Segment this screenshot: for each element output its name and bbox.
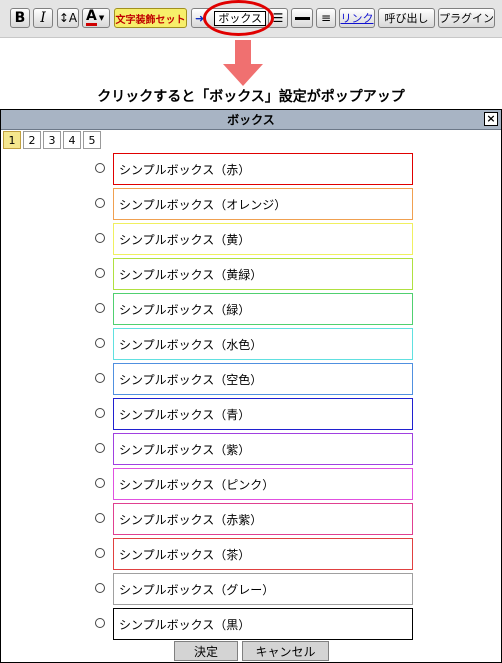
link-label: リンク <box>340 12 374 25</box>
tab-2[interactable]: 2 <box>23 131 41 149</box>
box-option-row: シンプルボックス（紫） <box>1 433 501 465</box>
box-option-preview[interactable]: シンプルボックス（茶） <box>113 538 413 570</box>
box-option-row: シンプルボックス（黄） <box>1 223 501 255</box>
bold-label: B <box>14 10 26 26</box>
box-option-row: シンプルボックス（グレー） <box>1 573 501 605</box>
box-option-row: シンプルボックス（茶） <box>1 538 501 570</box>
editor-toolbar: B I ↕ A A ▼ 文字装飾セット ➜ ボックス ☰ ≡ リンク 呼び出し プラ… <box>0 0 502 38</box>
box-option-preview[interactable]: シンプルボックス（グレー） <box>113 573 413 605</box>
box-option-preview[interactable]: シンプルボックス（空色） <box>113 363 413 395</box>
font-color-button[interactable]: A ▼ <box>82 8 110 28</box>
dropdown-arrow-icon: ▼ <box>98 14 105 22</box>
font-color-label: A <box>86 8 97 26</box>
box-option-radio[interactable] <box>95 583 105 593</box>
box-option-row: シンプルボックス（空色） <box>1 363 501 395</box>
text-decoration-label: 文字装飾セット <box>115 14 186 26</box>
box-option-preview[interactable]: シンプルボックス（黒） <box>113 608 413 640</box>
box-option-row: シンプルボックス（黄緑） <box>1 258 501 290</box>
plugin-button[interactable]: プラグイン <box>438 8 495 28</box>
box-option-radio[interactable] <box>95 338 105 348</box>
box-option-row: シンプルボックス（緑） <box>1 293 501 325</box>
list-icon: ☰ <box>272 11 284 25</box>
link-button[interactable]: リンク <box>339 8 375 28</box>
italic-button[interactable]: I <box>33 8 53 28</box>
box-option-preview[interactable]: シンプルボックス（ピンク） <box>113 468 413 500</box>
box-option-radio[interactable] <box>95 548 105 558</box>
tab-4[interactable]: 4 <box>63 131 81 149</box>
box-option-row: シンプルボックス（水色） <box>1 328 501 360</box>
italic-label: I <box>40 10 46 26</box>
font-size-button[interactable]: ↕ A <box>57 8 79 28</box>
box-option-radio[interactable] <box>95 303 105 313</box>
box-option-row: シンプルボックス（オレンジ） <box>1 188 501 220</box>
align-center-icon: ≡ <box>320 11 332 25</box>
bold-button[interactable]: B <box>10 8 30 28</box>
box-option-preview[interactable]: シンプルボックス（赤） <box>113 153 413 185</box>
close-button[interactable]: × <box>484 112 498 126</box>
down-arrow-icon <box>223 40 263 86</box>
box-option-radio[interactable] <box>95 163 105 173</box>
dialog-titlebar: ボックス × <box>1 110 501 130</box>
box-dialog: ボックス × 12345 シンプルボックス（赤） シンプルボックス（オレンジ） シン… <box>0 109 502 663</box>
box-option-radio[interactable] <box>95 198 105 208</box>
call-button[interactable]: 呼び出し <box>378 8 435 28</box>
text-decoration-button[interactable]: 文字装飾セット <box>114 8 187 28</box>
box-option-radio[interactable] <box>95 373 105 383</box>
box-option-radio[interactable] <box>95 408 105 418</box>
box-option-row: シンプルボックス（赤） <box>1 153 501 185</box>
box-option-row: シンプルボックス（赤紫） <box>1 503 501 535</box>
box-option-preview[interactable]: シンプルボックス（オレンジ） <box>113 188 413 220</box>
box-option-radio[interactable] <box>95 478 105 488</box>
box-option-preview[interactable]: シンプルボックス（黄緑） <box>113 258 413 290</box>
tab-3[interactable]: 3 <box>43 131 61 149</box>
tab-1[interactable]: 1 <box>3 131 21 149</box>
box-option-radio[interactable] <box>95 513 105 523</box>
caption: クリックすると「ボックス」設定がポップアップ <box>97 89 405 105</box>
horizontal-rule-button[interactable] <box>291 8 313 28</box>
box-option-preview[interactable]: シンプルボックス（水色） <box>113 328 413 360</box>
box-option-preview[interactable]: シンプルボックス（赤紫） <box>113 503 413 535</box>
align-center-button[interactable]: ≡ <box>316 8 336 28</box>
box-option-row: シンプルボックス（ピンク） <box>1 468 501 500</box>
box-option-row: シンプルボックス（青） <box>1 398 501 430</box>
box-option-radio[interactable] <box>95 443 105 453</box>
plugin-label: プラグイン <box>439 12 494 25</box>
box-option-preview[interactable]: シンプルボックス（青） <box>113 398 413 430</box>
box-option-preview[interactable]: シンプルボックス（緑） <box>113 293 413 325</box>
box-option-preview[interactable]: シンプルボックス（紫） <box>113 433 413 465</box>
tab-strip: 12345 <box>3 131 103 149</box>
box-option-radio[interactable] <box>95 268 105 278</box>
dialog-title: ボックス <box>227 113 275 127</box>
horizontal-rule-icon <box>294 16 310 20</box>
annotation-ring <box>203 0 274 36</box>
font-size-icon: ↕ <box>58 11 69 25</box>
box-option-row: シンプルボックス（黒） <box>1 608 501 640</box>
cancel-button[interactable]: キャンセル <box>242 641 329 661</box>
call-label: 呼び出し <box>384 12 429 25</box>
box-option-preview[interactable]: シンプルボックス（黄） <box>113 223 413 255</box>
tab-5[interactable]: 5 <box>83 131 101 149</box>
ok-button[interactable]: 決定 <box>174 641 238 661</box>
box-option-radio[interactable] <box>95 233 105 243</box>
font-size-label: A <box>68 11 78 25</box>
box-option-radio[interactable] <box>95 618 105 628</box>
